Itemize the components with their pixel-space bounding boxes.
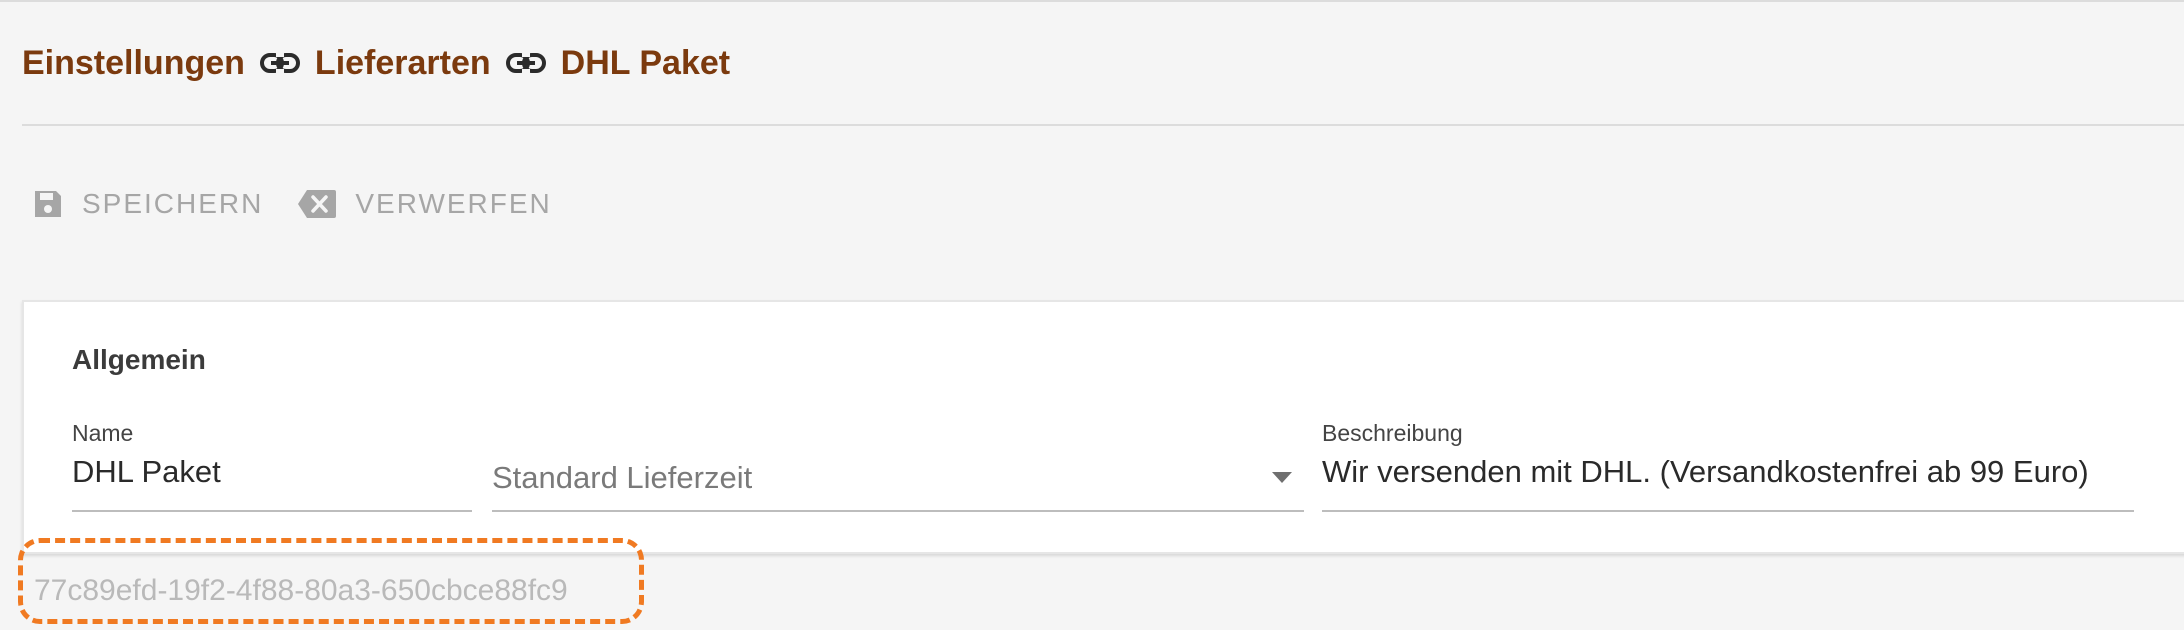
link-icon bbox=[259, 52, 301, 74]
save-button[interactable]: SPEICHERN bbox=[32, 188, 263, 220]
general-settings-card: Allgemein Name DHL Paket Standard Liefer… bbox=[22, 300, 2184, 554]
record-id: 77c89efd-19f2-4f88-80a3-650cbce88fc9 bbox=[34, 574, 568, 607]
name-field-label: Name bbox=[72, 420, 134, 446]
breadcrumb-item-dhl-paket[interactable]: DHL Paket bbox=[561, 44, 730, 83]
link-icon bbox=[505, 52, 547, 74]
delivery-time-select[interactable]: Standard Lieferzeit bbox=[492, 420, 1304, 512]
header-divider bbox=[22, 124, 2184, 126]
description-field-underline bbox=[1322, 510, 2134, 512]
description-field[interactable]: Beschreibung Wir versenden mit DHL. (Ver… bbox=[1322, 420, 2134, 512]
breadcrumb-item-lieferarten[interactable]: Lieferarten bbox=[315, 44, 491, 83]
breadcrumb-item-einstellungen[interactable]: Einstellungen bbox=[22, 44, 245, 83]
name-field[interactable]: Name DHL Paket bbox=[72, 420, 472, 512]
name-field-underline bbox=[72, 510, 472, 512]
dropdown-arrow-icon bbox=[1272, 472, 1292, 483]
description-field-label: Beschreibung bbox=[1322, 420, 1463, 446]
save-button-label: SPEICHERN bbox=[82, 188, 264, 219]
discard-button[interactable]: VERWERFEN bbox=[297, 188, 551, 220]
backspace-icon bbox=[297, 189, 337, 219]
breadcrumb: Einstellungen Lieferarten DHL Paket bbox=[22, 40, 730, 86]
name-field-value: DHL Paket bbox=[72, 454, 221, 489]
discard-button-label: VERWERFEN bbox=[355, 188, 552, 219]
toolbar: SPEICHERN VERWERFEN bbox=[32, 182, 586, 226]
description-field-value: Wir versenden mit DHL. (Versandkostenfre… bbox=[1322, 454, 2089, 489]
floppy-disk-icon bbox=[32, 188, 64, 220]
top-border bbox=[0, 0, 2184, 2]
delivery-time-underline bbox=[492, 510, 1304, 512]
delivery-time-placeholder: Standard Lieferzeit bbox=[492, 460, 753, 495]
section-title: Allgemein bbox=[72, 344, 206, 375]
